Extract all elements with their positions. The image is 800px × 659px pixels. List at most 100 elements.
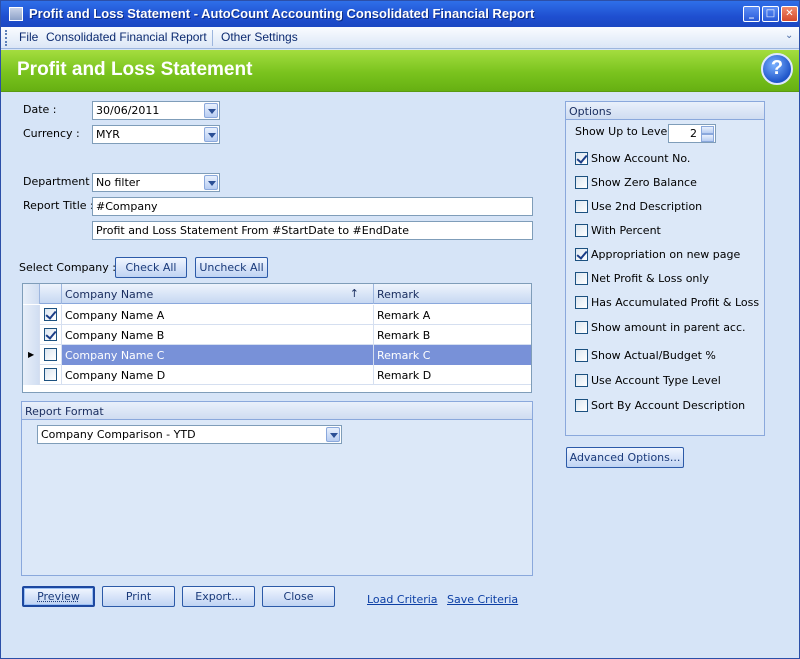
chevron-up-icon[interactable]	[701, 126, 714, 134]
option-label: Show Actual/Budget %	[591, 349, 716, 362]
menu-consolidated-financial-report[interactable]: Consolidated Financial Report	[46, 30, 207, 44]
chevron-down-icon[interactable]	[204, 127, 218, 142]
row-checkbox-cell[interactable]	[40, 365, 62, 385]
table-row-selected[interactable]: ▶ Company Name C Remark C	[23, 345, 531, 365]
checkbox[interactable]	[575, 374, 588, 387]
remark-cell[interactable]: Remark A	[374, 305, 531, 325]
app-icon	[9, 7, 23, 21]
maximize-button[interactable]: □	[762, 6, 779, 22]
load-criteria-link[interactable]: Load Criteria	[367, 593, 438, 606]
row-checkbox-cell[interactable]	[40, 305, 62, 325]
check-all-button[interactable]: Check All	[115, 257, 187, 278]
row-header[interactable]	[23, 325, 40, 345]
close-button[interactable]: Close	[262, 586, 335, 607]
checkbox[interactable]	[575, 272, 588, 285]
options-group: Options Show Up to Level Show Account No…	[565, 101, 765, 436]
main-window: Profit and Loss Statement - AutoCount Ac…	[0, 0, 800, 659]
company-name-cell[interactable]: Company Name B	[62, 325, 374, 345]
row-checkbox-cell[interactable]	[40, 345, 62, 365]
company-name-cell[interactable]: Company Name D	[62, 365, 374, 385]
checkbox[interactable]	[575, 349, 588, 362]
currency-label: Currency :	[23, 127, 80, 140]
checkbox[interactable]	[575, 399, 588, 412]
minimize-button[interactable]: _	[743, 6, 760, 22]
option-label: With Percent	[591, 224, 661, 237]
menu-bar: File Consolidated Financial Report Other…	[1, 27, 799, 49]
row-header[interactable]	[23, 365, 40, 385]
preview-button[interactable]: Preview	[22, 586, 95, 607]
remark-cell[interactable]: Remark C	[374, 345, 531, 365]
checkbox[interactable]	[575, 296, 588, 309]
column-header-remark[interactable]: Remark	[374, 284, 531, 304]
export-button[interactable]: Export...	[182, 586, 255, 607]
department-label: Department :	[23, 175, 97, 188]
column-header-company-name[interactable]: Company Name ↑	[62, 284, 374, 304]
option-label: Show amount in parent acc.	[591, 321, 746, 334]
option-label: Has Accumulated Profit & Loss	[591, 296, 760, 309]
report-title-input[interactable]: #Company	[92, 197, 533, 216]
row-checkbox[interactable]	[44, 308, 57, 321]
report-format-group: Report Format Company Comparison - YTD	[21, 401, 533, 576]
currency-select[interactable]: MYR	[92, 125, 220, 144]
chevron-down-icon[interactable]	[204, 103, 218, 118]
report-subtitle-input[interactable]: Profit and Loss Statement From #StartDat…	[92, 221, 533, 240]
chevron-down-icon[interactable]	[204, 175, 218, 190]
level-value: 2	[690, 127, 697, 140]
option-label: Appropriation on new page	[591, 248, 741, 261]
checkbox[interactable]	[575, 200, 588, 213]
menu-overflow-icon[interactable]: ⌄	[785, 30, 795, 46]
checkbox[interactable]	[575, 176, 588, 189]
report-format-select[interactable]: Company Comparison - YTD	[37, 425, 342, 444]
row-checkbox[interactable]	[44, 328, 57, 341]
company-name-cell[interactable]: Company Name C	[62, 345, 374, 365]
row-checkbox[interactable]	[44, 368, 57, 381]
option-label: Use 2nd Description	[591, 200, 703, 213]
close-window-button[interactable]: ✕	[781, 6, 798, 22]
date-picker[interactable]: 30/06/2011	[92, 101, 220, 120]
help-icon[interactable]: ?	[761, 53, 793, 85]
print-button[interactable]: Print	[102, 586, 175, 607]
menu-file[interactable]: File	[19, 30, 38, 44]
show-up-to-level-label: Show Up to Level	[575, 125, 671, 138]
option-label: Show Account No.	[591, 152, 691, 165]
remark-cell[interactable]: Remark D	[374, 365, 531, 385]
save-criteria-link[interactable]: Save Criteria	[447, 593, 518, 606]
department-select[interactable]: No filter	[92, 173, 220, 192]
row-checkbox[interactable]	[44, 348, 57, 361]
report-format-value: Company Comparison - YTD	[41, 428, 196, 441]
menu-separator	[212, 30, 213, 46]
level-stepper[interactable]: 2	[668, 124, 716, 143]
advanced-options-button[interactable]: Advanced Options...	[566, 447, 684, 468]
row-checkbox-cell[interactable]	[40, 325, 62, 345]
grid-check-column-header[interactable]	[40, 284, 62, 304]
option-label: Show Zero Balance	[591, 176, 697, 189]
page-header: Profit and Loss Statement ?	[1, 50, 799, 92]
report-title-label: Report Title :	[23, 199, 94, 212]
option-label: Use Account Type Level	[591, 374, 721, 387]
table-row[interactable]: Company Name A Remark A	[23, 305, 531, 325]
title-bar[interactable]: Profit and Loss Statement - AutoCount Ac…	[1, 1, 799, 27]
department-value: No filter	[96, 176, 141, 189]
menu-grip-icon	[5, 30, 9, 46]
company-grid[interactable]: Company Name ↑ Remark Company Name A Rem…	[22, 283, 532, 393]
options-title: Options	[566, 102, 764, 120]
grid-corner	[23, 284, 40, 304]
remark-cell[interactable]: Remark B	[374, 325, 531, 345]
checkbox[interactable]	[575, 224, 588, 237]
checkbox[interactable]	[575, 152, 588, 165]
chevron-down-icon[interactable]	[701, 134, 714, 142]
checkbox[interactable]	[575, 248, 588, 261]
table-row[interactable]: Company Name D Remark D	[23, 365, 531, 385]
row-header[interactable]	[23, 305, 40, 325]
menu-other-settings[interactable]: Other Settings	[221, 30, 298, 44]
date-value: 30/06/2011	[96, 104, 160, 117]
option-label: Sort By Account Description	[591, 399, 746, 412]
column-header-company-name-label: Company Name	[65, 288, 154, 301]
select-company-label: Select Company :	[19, 261, 116, 274]
table-row[interactable]: Company Name B Remark B	[23, 325, 531, 345]
company-name-cell[interactable]: Company Name A	[62, 305, 374, 325]
checkbox[interactable]	[575, 321, 588, 334]
uncheck-all-button[interactable]: Uncheck All	[195, 257, 268, 278]
option-label: Net Profit & Loss only	[591, 272, 709, 285]
chevron-down-icon[interactable]	[326, 427, 340, 442]
